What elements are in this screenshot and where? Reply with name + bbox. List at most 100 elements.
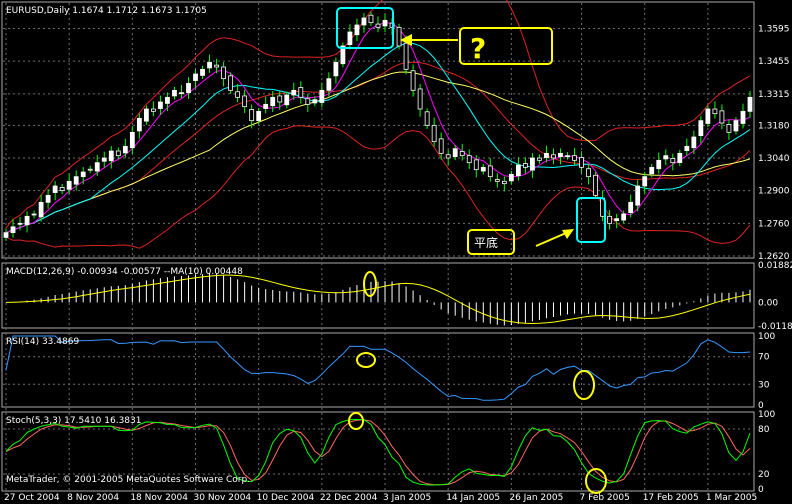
macd-tick-label: 0.01882	[758, 261, 792, 271]
stoch-tick-label: 0	[758, 485, 764, 495]
candle-body	[52, 185, 58, 193]
candle-body	[115, 150, 121, 157]
candle-body	[319, 89, 325, 103]
price-panel[interactable]	[3, 0, 753, 249]
candle-body	[487, 165, 493, 178]
price-tick-label: 1.2760	[758, 219, 790, 229]
candle-body	[24, 215, 30, 226]
date-tick-label: 8 Nov 2004	[67, 493, 119, 503]
candle-body	[459, 151, 465, 157]
candle-body	[207, 61, 212, 69]
date-tick-label: 22 Dec 2004	[320, 493, 378, 503]
stoch-tick-label: 80	[758, 425, 770, 435]
candle-body	[354, 24, 360, 36]
candle-body	[221, 66, 226, 80]
price-tick-label: 1.3315	[758, 90, 790, 100]
candle-body	[684, 145, 690, 151]
candle-body	[747, 96, 753, 112]
candle-body	[635, 185, 641, 206]
candle-body	[628, 201, 634, 213]
candle-body	[382, 19, 388, 27]
candle-body	[537, 157, 542, 161]
candle-body	[494, 179, 500, 182]
copyright-text: MetaTrader, © 2001-2005 MetaQuotes Softw…	[6, 475, 250, 485]
candle-body	[305, 98, 311, 105]
bottom-arrow-line	[535, 232, 567, 247]
candle-body	[403, 42, 409, 70]
candle-body	[431, 124, 437, 143]
candle-body	[284, 94, 290, 106]
candle-body	[10, 226, 16, 234]
candle-body	[136, 117, 142, 132]
stoch-tick-label: 100	[758, 410, 775, 420]
candle-body	[333, 61, 339, 77]
date-tick-label: 1 Mar 2005	[706, 493, 757, 503]
date-tick-label: 26 Jan 2005	[509, 493, 563, 503]
candle-body	[719, 110, 725, 124]
candle-body	[242, 95, 248, 108]
rsi-tick-label: 100	[758, 332, 775, 342]
date-tick-label: 3 Jan 2005	[383, 493, 431, 503]
candle-body	[677, 152, 683, 164]
price-panel-frame	[1, 1, 755, 259]
bottom-label: 平底	[474, 235, 498, 250]
candle-body	[515, 164, 521, 177]
candle-body	[417, 88, 423, 110]
rsi-panel-frame	[1, 332, 755, 408]
candle-body	[291, 89, 297, 96]
candle-body	[17, 222, 23, 225]
date-tick-label: 17 Feb 2005	[643, 493, 699, 503]
candle-body	[438, 138, 444, 154]
macd-circle	[363, 271, 377, 297]
candle-body	[38, 201, 44, 218]
trading-chart: 1.3595 1.3455 1.3315 1.3180 1.3040 1.2900 1.27…	[1, 0, 792, 503]
candle-body	[410, 70, 416, 91]
candle-body	[642, 176, 648, 187]
candle-body	[3, 232, 9, 238]
rsi-title: RSI(14) 33.4869	[6, 337, 79, 347]
candle-body	[179, 92, 184, 95]
rsi-peak-circle	[356, 352, 376, 368]
macd-panel[interactable]	[5, 273, 751, 326]
candle-body	[614, 218, 620, 221]
candle-body	[593, 174, 598, 196]
candle-body	[256, 110, 262, 122]
candle-body	[508, 173, 514, 182]
candle-body	[621, 213, 627, 221]
candle-body	[263, 103, 269, 109]
candle-body	[172, 89, 177, 97]
candle-body	[312, 99, 318, 104]
candle-body	[572, 155, 577, 161]
candle-body	[214, 64, 219, 68]
candle-body	[193, 73, 198, 81]
candle-body	[663, 155, 669, 160]
candle-body	[473, 159, 479, 171]
candle-body	[424, 111, 430, 126]
candle-body	[551, 154, 556, 159]
candle-body	[66, 180, 72, 190]
candle-body	[522, 163, 528, 168]
rsi-panel[interactable]	[5, 335, 751, 401]
candle-body	[691, 136, 697, 149]
date-tick-label: 7 Feb 2005	[580, 493, 630, 503]
price-tick-label: 1.3595	[758, 25, 790, 35]
question-mark: ?	[470, 32, 486, 65]
candle-body	[80, 171, 86, 178]
candle-body	[143, 108, 149, 122]
candle-body	[396, 26, 402, 47]
bottom-annotation: 平底	[467, 197, 606, 255]
candle-body	[150, 108, 156, 112]
date-tick-label: 18 Nov 2004	[130, 493, 188, 503]
candle-body	[558, 152, 563, 157]
rsi-bottom-circle	[573, 370, 595, 400]
candle-body	[186, 82, 191, 94]
candle-body	[347, 31, 353, 46]
candle-body	[94, 162, 100, 172]
candle-body	[698, 120, 704, 136]
candle-body	[649, 166, 655, 175]
candle-body	[45, 194, 51, 203]
candle-body	[726, 124, 732, 133]
candle-body	[656, 159, 662, 170]
rsi-tick-label: 70	[758, 353, 770, 363]
stoch-tick-label: 20	[758, 470, 770, 480]
